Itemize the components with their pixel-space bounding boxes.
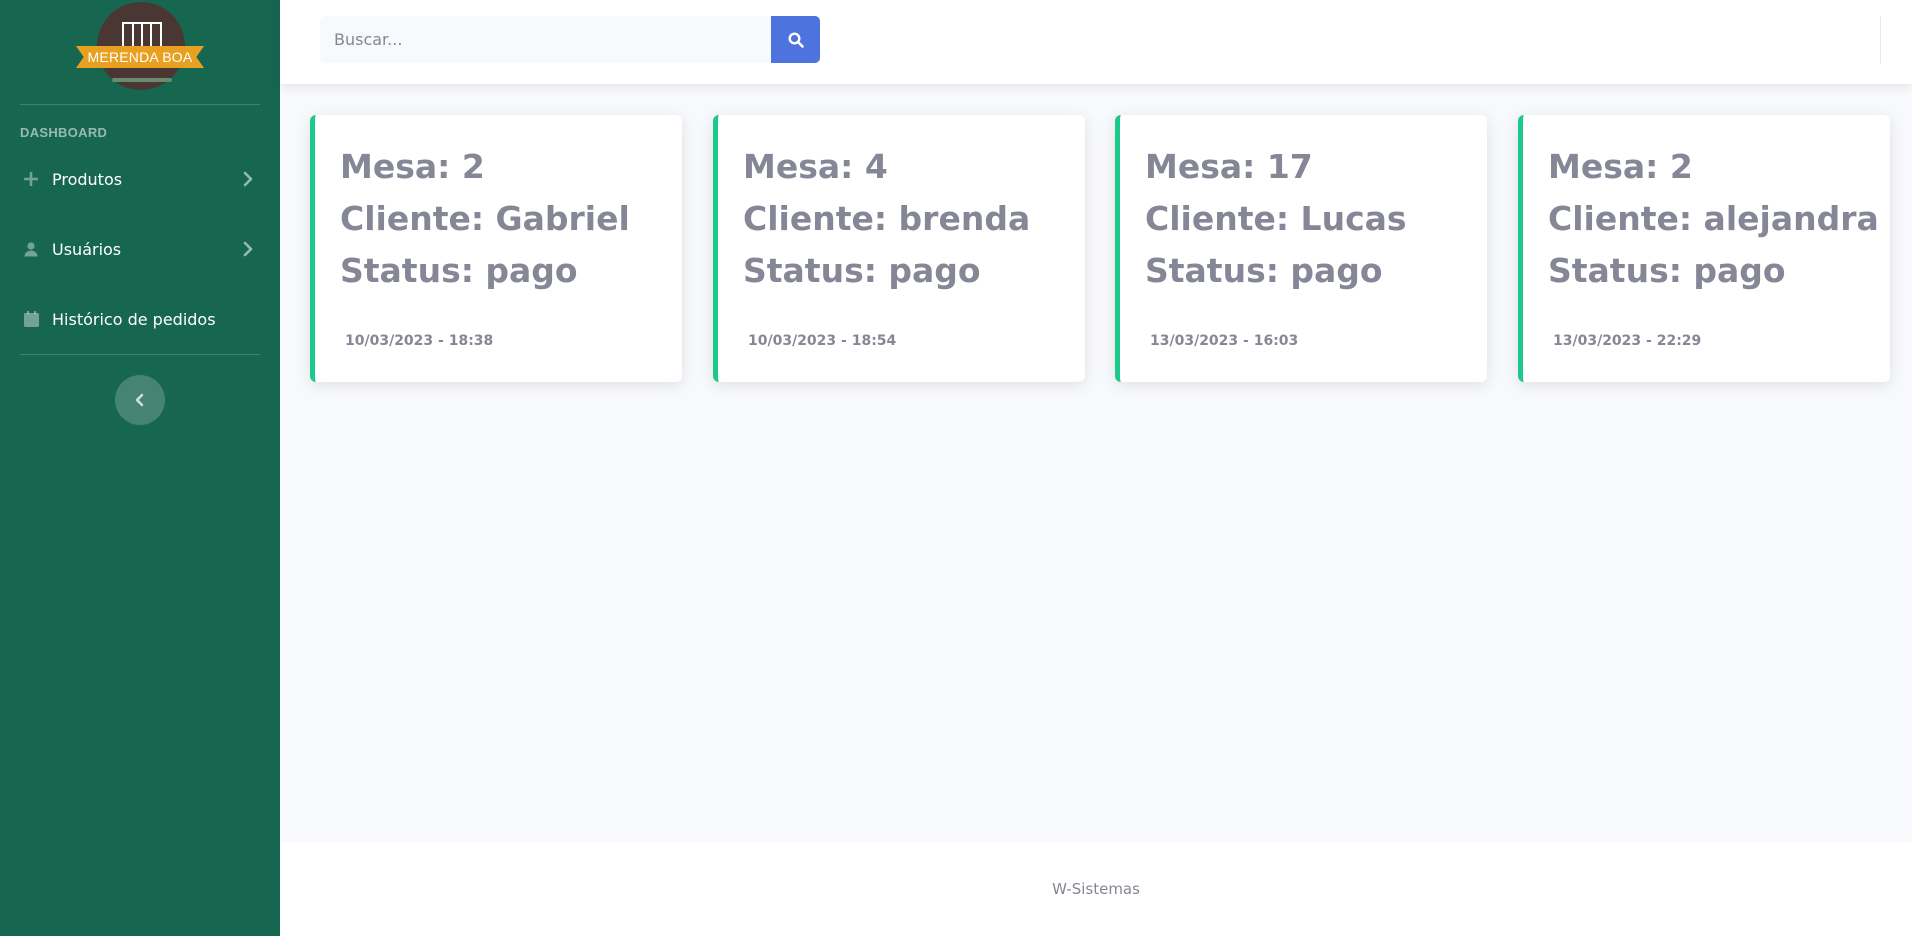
search-button[interactable]: [771, 16, 820, 63]
search-input[interactable]: [320, 16, 771, 63]
card-date: 13/03/2023 - 16:03: [1150, 333, 1299, 349]
chevron-right-icon: [240, 171, 256, 187]
user-icon: [22, 240, 40, 258]
card-status: Status: pago: [340, 251, 578, 290]
sidebar-item-label: Histórico de pedidos: [52, 309, 216, 329]
crate-icon: [122, 22, 162, 48]
search-icon: [787, 31, 804, 48]
logo-subline: [112, 78, 172, 82]
topbar: [280, 0, 1912, 84]
footer-text: W-Sistemas: [1052, 880, 1140, 898]
brand-name: MERENDA BOA: [76, 46, 204, 68]
card-mesa: Mesa: 2: [1548, 147, 1693, 186]
sidebar-toggle-button[interactable]: [115, 375, 165, 425]
sidebar-item-label: Usuários: [52, 239, 122, 259]
plus-icon: [22, 170, 40, 188]
sidebar-item-historico[interactable]: Histórico de pedidos: [0, 294, 280, 344]
brand-logo[interactable]: MERENDA BOA: [70, 0, 210, 90]
chevron-right-icon: [240, 241, 256, 257]
card-mesa: Mesa: 2: [340, 147, 485, 186]
card-cliente: Cliente: brenda: [743, 199, 1031, 238]
card-date: 13/03/2023 - 22:29: [1553, 333, 1702, 349]
topbar-divider: [1880, 16, 1881, 64]
card-cliente: Cliente: Gabriel: [340, 199, 630, 238]
footer: W-Sistemas: [280, 842, 1912, 936]
card-mesa: Mesa: 17: [1145, 147, 1313, 186]
sidebar: MERENDA BOA DASHBOARD Produtos Usuários …: [0, 0, 280, 936]
sidebar-item-label: Produtos: [52, 169, 123, 189]
sidebar-heading: DASHBOARD: [20, 125, 108, 140]
sidebar-item-usuarios[interactable]: Usuários: [0, 224, 280, 274]
card-status: Status: pago: [743, 251, 981, 290]
card-date: 10/03/2023 - 18:54: [748, 333, 897, 349]
card-cliente: Cliente: alejandra: [1548, 199, 1879, 238]
order-card[interactable]: Mesa: 17 Cliente: Lucas Status: pago 13/…: [1115, 115, 1487, 382]
calendar-icon: [22, 310, 40, 328]
order-card[interactable]: Mesa: 2 Cliente: alejandra Status: pago …: [1518, 115, 1890, 382]
chevron-left-icon: [135, 393, 144, 407]
order-card[interactable]: Mesa: 2 Cliente: Gabriel Status: pago 10…: [310, 115, 682, 382]
card-status: Status: pago: [1548, 251, 1786, 290]
sidebar-divider: [20, 104, 260, 105]
sidebar-divider: [20, 354, 260, 355]
card-cliente: Cliente: Lucas: [1145, 199, 1407, 238]
card-status: Status: pago: [1145, 251, 1383, 290]
order-card[interactable]: Mesa: 4 Cliente: brenda Status: pago 10/…: [713, 115, 1085, 382]
sidebar-item-produtos[interactable]: Produtos: [0, 154, 280, 204]
card-mesa: Mesa: 4: [743, 147, 888, 186]
card-date: 10/03/2023 - 18:38: [345, 333, 494, 349]
